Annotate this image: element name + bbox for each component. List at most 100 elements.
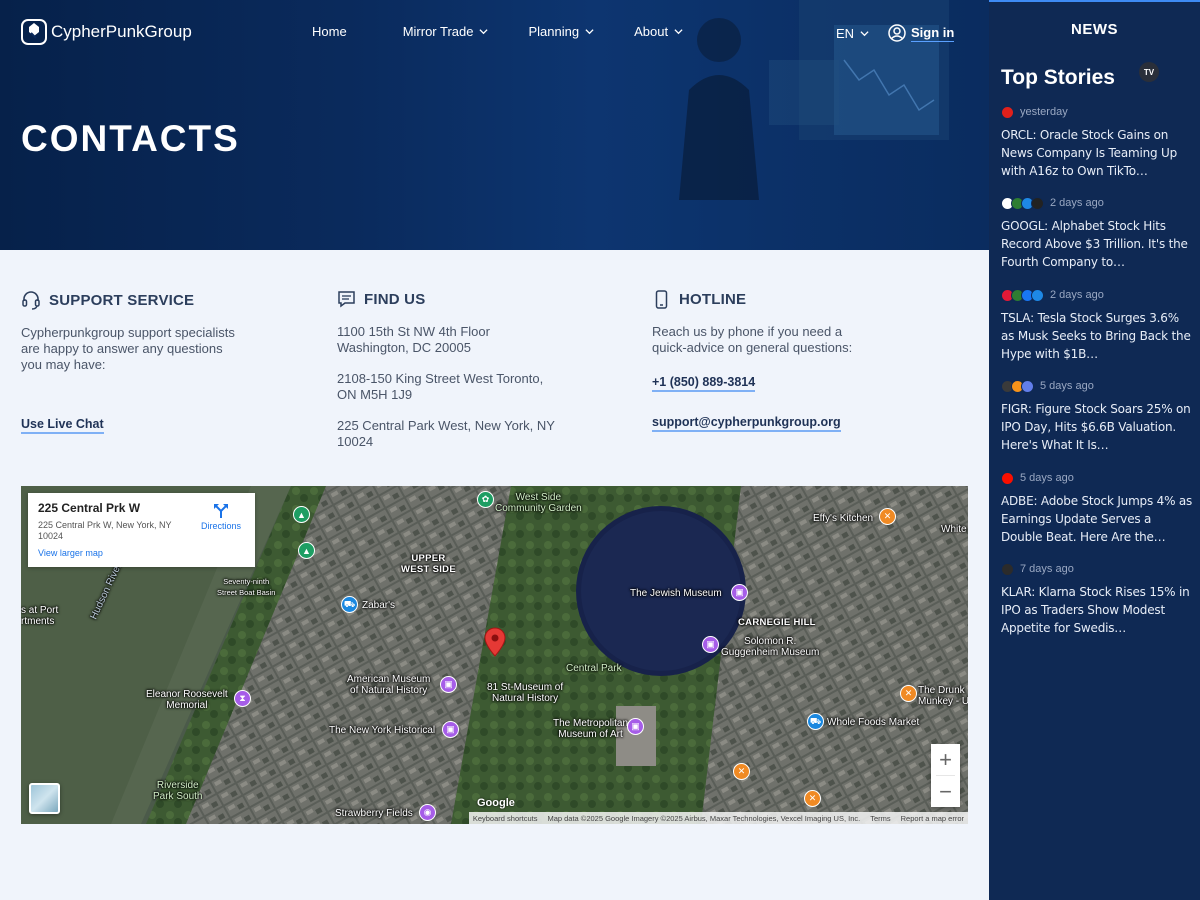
shopping-cart-icon[interactable]: ⛟ bbox=[807, 713, 824, 730]
nav-mirror-trade[interactable]: Mirror Trade bbox=[403, 24, 489, 39]
logo-icon bbox=[21, 19, 47, 45]
google-map[interactable]: UPPER WEST SIDE CARNEGIE HILL The Jewish … bbox=[21, 486, 968, 824]
news-story[interactable]: 2 days ago TSLA: Tesla Stock Surges 3.6%… bbox=[1001, 288, 1193, 363]
map-label-carnegie-hill: CARNEGIE HILL bbox=[738, 617, 816, 628]
language-selector[interactable]: EN bbox=[836, 26, 869, 41]
live-chat-link[interactable]: Use Live Chat bbox=[21, 417, 104, 434]
terms-link[interactable]: Terms bbox=[870, 814, 890, 823]
story-time: 7 days ago bbox=[1020, 563, 1074, 575]
story-meta: 2 days ago bbox=[1001, 196, 1193, 210]
map-info-card: 225 Central Prk W 225 Central Prk W, New… bbox=[28, 493, 255, 567]
map-label-boat-basin: Seventy-ninth Street Boat Basin bbox=[217, 577, 276, 597]
map-label-effys-kitchen: Effy's Kitchen bbox=[813, 513, 874, 524]
museum-icon[interactable]: ▣ bbox=[627, 718, 644, 735]
headset-icon bbox=[22, 291, 40, 310]
email-link[interactable]: support@cypherpunkgroup.org bbox=[652, 415, 841, 432]
sign-in-label: Sign in bbox=[911, 24, 955, 42]
chevron-down-icon bbox=[674, 29, 683, 35]
map-label-white: White bbox=[941, 524, 967, 535]
restaurant-icon[interactable]: ✕ bbox=[804, 790, 821, 807]
support-service-heading: SUPPORT SERVICE bbox=[21, 290, 281, 310]
nav-about[interactable]: About bbox=[634, 24, 683, 39]
story-title: GOOGL: Alphabet Stock Hits Record Above … bbox=[1001, 219, 1188, 269]
map-label-riverside-park: Riverside Park South bbox=[153, 780, 203, 802]
brand-name: CypherPunkGroup bbox=[51, 22, 192, 41]
museum-icon[interactable]: ▣ bbox=[702, 636, 719, 653]
news-story[interactable]: 7 days ago KLAR: Klarna Stock Rises 15% … bbox=[1001, 562, 1193, 637]
directions-button[interactable]: Directions bbox=[201, 503, 241, 531]
map-label-community-garden: West Side Community Garden bbox=[495, 492, 582, 514]
hotline-description: Reach us by phone if you need a quick-ad… bbox=[652, 324, 853, 355]
sign-in-button[interactable]: Sign in bbox=[888, 24, 955, 42]
story-time: 2 days ago bbox=[1050, 197, 1104, 209]
news-story[interactable]: 5 days ago ADBE: Adobe Stock Jumps 4% as… bbox=[1001, 471, 1193, 546]
nav-planning-label: Planning bbox=[528, 24, 580, 39]
view-larger-map-link[interactable]: View larger map bbox=[38, 548, 103, 558]
map-label-zabars: Zabar's bbox=[362, 600, 396, 611]
restaurant-icon[interactable]: ✕ bbox=[879, 508, 896, 525]
zoom-in-button[interactable]: + bbox=[931, 744, 960, 775]
zoom-out-button[interactable]: − bbox=[931, 776, 960, 807]
story-title: KLAR: Klarna Stock Rises 15% in IPO as T… bbox=[1001, 585, 1190, 635]
nav-home[interactable]: Home bbox=[312, 24, 347, 39]
map-pin-icon[interactable] bbox=[484, 627, 506, 657]
nav-home-label: Home bbox=[312, 24, 347, 39]
keyboard-shortcuts-link[interactable]: Keyboard shortcuts bbox=[473, 814, 538, 823]
museum-icon[interactable]: ▣ bbox=[442, 721, 459, 738]
chat-bubble-icon bbox=[338, 291, 355, 308]
brand-logo[interactable]: CypherPunkGroup bbox=[21, 19, 192, 45]
news-story[interactable]: 5 days ago FIGR: Figure Stock Soars 25% … bbox=[1001, 379, 1193, 454]
google-logo: Google bbox=[477, 797, 515, 809]
map-label-ny-historical: The New York Historical bbox=[329, 725, 436, 736]
map-label-jewish-museum: The Jewish Museum bbox=[630, 588, 722, 599]
tradingview-logo[interactable]: TV bbox=[1139, 62, 1159, 82]
support-description: Cypherpunkgroup support specialists are … bbox=[21, 325, 235, 372]
report-map-error-link[interactable]: Report a map error bbox=[901, 814, 964, 823]
story-meta: 2 days ago bbox=[1001, 288, 1193, 302]
news-story[interactable]: 2 days ago GOOGL: Alphabet Stock Hits Re… bbox=[1001, 196, 1193, 271]
map-layer-toggle[interactable] bbox=[29, 783, 60, 814]
nav-about-label: About bbox=[634, 24, 669, 39]
oracle-logo-icon bbox=[1001, 105, 1014, 119]
garden-icon[interactable]: ✿ bbox=[477, 491, 494, 508]
museum-icon[interactable]: ▣ bbox=[440, 676, 457, 693]
page-title: CONTACTS bbox=[21, 118, 240, 159]
news-story[interactable]: yesterday ORCL: Oracle Stock Gains on Ne… bbox=[1001, 105, 1193, 180]
map-label-81st-station: 81 St-Museum of Natural History bbox=[487, 682, 564, 704]
ticker-logos bbox=[1001, 471, 1014, 485]
main-nav: Home Mirror Trade Planning About bbox=[312, 24, 683, 39]
nav-mirror-trade-label: Mirror Trade bbox=[402, 24, 474, 39]
park-icon[interactable]: ▲ bbox=[298, 542, 315, 559]
microsoft-logo-icon bbox=[1031, 288, 1044, 302]
story-meta: yesterday bbox=[1001, 105, 1193, 119]
directions-label: Directions bbox=[200, 521, 241, 531]
map-data-credit: Map data ©2025 Google Imagery ©2025 Airb… bbox=[547, 813, 861, 823]
map-label-port: s at Port rtments bbox=[21, 605, 59, 627]
attraction-icon[interactable]: ◉ bbox=[419, 804, 436, 821]
story-time: yesterday bbox=[1020, 106, 1068, 118]
klarna-logo-icon bbox=[1001, 562, 1014, 576]
map-label-whole-foods: Whole Foods Market bbox=[827, 717, 920, 728]
ticker-logos bbox=[1001, 562, 1014, 576]
ticker-logos bbox=[1001, 288, 1044, 302]
find-us-heading: FIND US bbox=[337, 290, 597, 309]
hotline-section: HOTLINE Reach us by phone if you need a … bbox=[652, 290, 912, 432]
restaurant-icon[interactable]: ✕ bbox=[733, 763, 750, 780]
shopping-cart-icon[interactable]: ⛟ bbox=[341, 596, 358, 613]
story-title: FIGR: Figure Stock Soars 25% on IPO Day,… bbox=[1001, 402, 1191, 452]
restaurant-icon[interactable]: ✕ bbox=[900, 685, 917, 702]
user-icon bbox=[888, 24, 906, 42]
story-meta: 7 days ago bbox=[1001, 562, 1193, 576]
story-title: TSLA: Tesla Stock Surges 3.6% as Musk Se… bbox=[1001, 311, 1191, 361]
story-time: 5 days ago bbox=[1040, 380, 1094, 392]
map-label-central-park: Central Park bbox=[566, 663, 622, 674]
nav-planning[interactable]: Planning bbox=[528, 24, 594, 39]
story-meta: 5 days ago bbox=[1001, 471, 1193, 485]
museum-icon[interactable]: ▣ bbox=[731, 584, 748, 601]
hero-banner: CypherPunkGroup Home Mirror Trade Planni… bbox=[0, 0, 989, 250]
memorial-icon[interactable]: ⧗ bbox=[234, 690, 251, 707]
address-washington: 1100 15th St NW 4th Floor Washington, DC… bbox=[337, 324, 490, 355]
park-icon[interactable]: ▲ bbox=[293, 506, 310, 523]
phone-link[interactable]: +1 (850) 889-3814 bbox=[652, 375, 756, 392]
support-heading-label: SUPPORT SERVICE bbox=[49, 291, 195, 309]
